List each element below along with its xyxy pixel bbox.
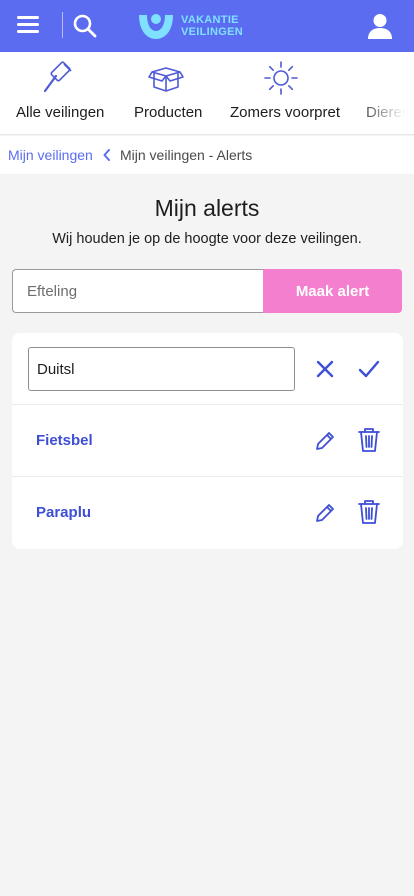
logo-line-2: VEILINGEN [181,26,243,38]
category-alle-veilingen[interactable]: Alle veilingen [16,52,105,134]
category-label: Producten [134,104,203,121]
alert-row-editing [12,333,403,405]
top-bar: VAKANTIE VEILINGEN [0,0,414,52]
category-label: Zomers voorpret [230,104,341,121]
logo-mark-icon [139,14,173,39]
user-icon[interactable] [366,12,394,40]
confirm-edit-icon[interactable] [357,357,381,381]
category-nav: Alle veilingen Producten Zomers voorpret [0,52,414,135]
category-dierent[interactable]: Dierent [366,52,414,134]
page-title: Mijn alerts [154,195,260,221]
category-producten[interactable]: Producten [134,52,202,134]
breadcrumb: Mijn veilingen Mijn veilingen - Alerts [0,136,414,174]
chevron-left-icon [103,149,110,161]
category-zomers-voorpret[interactable]: Zomers voorpret [230,52,340,134]
alert-label: Fietsbel [36,432,93,449]
category-label: Alle veilingen [16,104,105,121]
category-label: Dierent [366,104,414,121]
new-alert-input[interactable] [12,269,264,313]
breadcrumb-parent-link[interactable]: Mijn veilingen [8,147,93,163]
sun-icon [264,61,298,95]
cancel-edit-icon[interactable] [313,357,337,381]
logo-text: VAKANTIE VEILINGEN [181,14,243,38]
alert-row: Fietsbel [12,405,403,477]
gavel-icon [43,61,72,93]
alert-row: Paraplu [12,477,403,549]
trash-icon[interactable] [357,499,381,524]
trash-icon[interactable] [357,427,381,452]
menu-icon[interactable] [17,16,39,34]
logo-line-1: VAKANTIE [181,14,239,26]
header-divider [62,12,63,38]
page-subtitle: Wij houden je op de hoogte voor deze vei… [52,231,362,247]
create-alert-button[interactable]: Maak alert [263,269,402,313]
logo[interactable]: VAKANTIE VEILINGEN [137,11,243,41]
edit-pencil-icon[interactable] [313,501,337,525]
breadcrumb-current: Mijn veilingen - Alerts [120,147,253,163]
alert-label: Paraplu [36,504,92,521]
box-icon [148,67,184,92]
edit-pencil-icon[interactable] [313,429,337,453]
alert-edit-input[interactable] [28,347,295,391]
search-icon[interactable] [72,13,98,39]
alerts-card: Fietsbel Paraplu [12,333,403,549]
